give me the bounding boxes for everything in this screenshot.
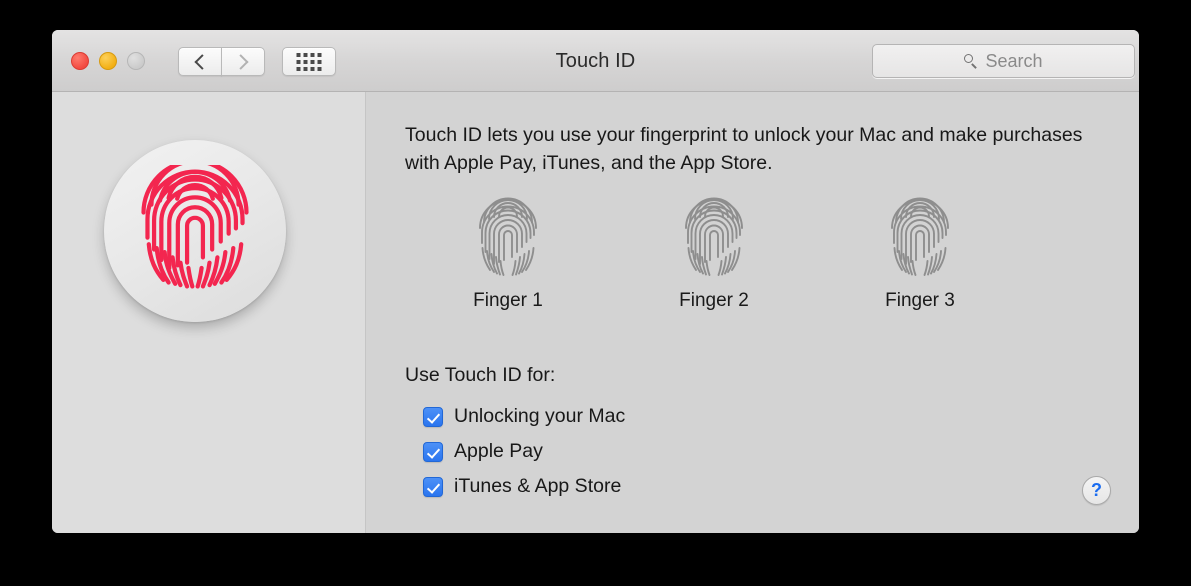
sidebar-panel — [52, 92, 366, 533]
finger-item[interactable]: Finger 1 — [405, 197, 611, 312]
option-label: iTunes & App Store — [454, 475, 621, 498]
search-placeholder: Search — [985, 51, 1042, 72]
fingerprint-icon — [885, 197, 955, 281]
finger-label: Finger 1 — [405, 290, 611, 312]
enrolled-fingerprints-list: Finger 1 — [405, 197, 1105, 312]
finger-item[interactable]: Finger 3 — [817, 197, 1023, 312]
option-unlocking-your-mac[interactable]: Unlocking your Mac — [423, 399, 625, 434]
finger-label: Finger 3 — [817, 290, 1023, 312]
checkbox-checked-icon[interactable] — [423, 442, 443, 462]
touch-id-options-list: Unlocking your Mac Apple Pay iTunes & Ap… — [423, 399, 625, 504]
option-label: Unlocking your Mac — [454, 405, 625, 428]
search-icon — [964, 54, 978, 68]
option-apple-pay[interactable]: Apple Pay — [423, 434, 625, 469]
description-text: Touch ID lets you use your fingerprint t… — [405, 121, 1083, 177]
search-field-content: Search — [964, 51, 1042, 72]
content-panel: Touch ID lets you use your fingerprint t… — [366, 92, 1139, 533]
checkbox-checked-icon[interactable] — [423, 477, 443, 497]
option-label: Apple Pay — [454, 440, 543, 463]
help-question-icon: ? — [1091, 481, 1102, 499]
fingerprint-icon — [473, 197, 543, 281]
search-input[interactable]: Search — [872, 44, 1135, 78]
help-button[interactable]: ? — [1082, 476, 1111, 505]
option-itunes-app-store[interactable]: iTunes & App Store — [423, 469, 625, 504]
touch-id-fingerprint-icon — [104, 140, 286, 322]
finger-item[interactable]: Finger 2 — [611, 197, 817, 312]
fingerprint-icon — [679, 197, 749, 281]
use-touch-id-label: Use Touch ID for: — [405, 364, 555, 387]
window-body: Touch ID lets you use your fingerprint t… — [52, 92, 1139, 533]
window-titlebar: Touch ID Search — [52, 30, 1139, 92]
finger-label: Finger 2 — [611, 290, 817, 312]
preferences-window: Touch ID Search — [52, 30, 1139, 533]
fingerprint-graphic — [129, 165, 261, 297]
checkbox-checked-icon[interactable] — [423, 407, 443, 427]
